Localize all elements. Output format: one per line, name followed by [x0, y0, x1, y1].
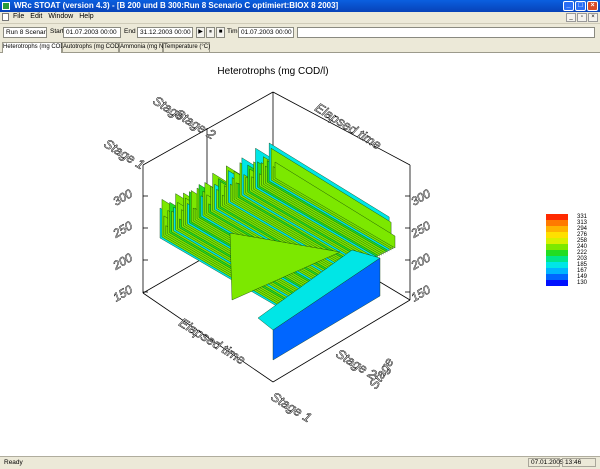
menu-help[interactable]: Help	[79, 13, 93, 20]
surface-plot: Heterotrophs (mg COD/l) Stage 1 Stage 2	[101, 66, 588, 426]
status-time: 13:46	[562, 458, 596, 467]
mdi-close-button[interactable]: ×	[588, 13, 598, 22]
mdi-restore-button[interactable]: ▫	[577, 13, 587, 22]
start-field[interactable]: 01.07.2003 00:00	[63, 27, 121, 38]
menu-edit[interactable]: Edit	[30, 13, 42, 20]
document-icon[interactable]	[2, 13, 9, 21]
window-title: WRc STOAT (version 4.3) - [B 200 und B 3…	[14, 1, 339, 10]
time-field[interactable]: 01.07.2003 00:00	[238, 27, 294, 38]
tab-autotrophs[interactable]: Autotrophs (mg COD/l)	[62, 42, 124, 52]
axis-label-elapsed-front: Elapsed time	[176, 315, 248, 368]
legend-label: 130	[577, 280, 588, 286]
axis-label-elapsed-back: Elapsed time	[312, 100, 384, 153]
plot-title: Heterotrophs (mg COD/l)	[217, 66, 328, 77]
z-tick-left-250: 250	[110, 218, 135, 241]
minimize-button[interactable]: _	[563, 1, 574, 11]
legend-swatch	[546, 232, 568, 238]
legend-swatch	[546, 268, 568, 274]
play-button[interactable]: ▶	[196, 27, 205, 38]
menu-file[interactable]: File	[13, 13, 24, 20]
legend-swatch	[546, 274, 568, 280]
title-bar: WRc STOAT (version 4.3) - [B 200 und B 3…	[0, 0, 600, 12]
z-tick-left-300: 300	[111, 186, 136, 208]
legend-swatch	[546, 250, 568, 256]
axis-label-stage-back: Stage	[150, 93, 187, 124]
status-bar: Ready 07.01.2005 13:46	[0, 456, 600, 469]
legend-swatch	[546, 226, 568, 232]
tab-temperature[interactable]: Temperature (°C)	[163, 42, 210, 52]
menu-window[interactable]: Window	[48, 13, 73, 20]
start-label: Start	[50, 28, 64, 35]
legend-swatch	[546, 214, 568, 220]
end-label: End	[124, 28, 136, 35]
progress-field	[297, 27, 595, 38]
color-legend: 331313294276258240222203185167149130	[546, 214, 588, 286]
end-field[interactable]: 31.12.2003 00:00	[137, 27, 193, 38]
tab-strip: Heterotrophs (mg COD/l) Autotrophs (mg C…	[0, 42, 600, 53]
axis-label-stage-1-back: Stage 1	[101, 136, 147, 172]
legend-swatch	[546, 262, 568, 268]
z-tick-right-200: 200	[408, 250, 433, 273]
z-tick-left-150: 150	[111, 282, 136, 304]
z-tick-right-300: 300	[409, 186, 434, 208]
legend-swatch	[546, 244, 568, 250]
z-tick-left-200: 200	[110, 250, 135, 273]
toolbar: Run 8 Scenario C Start 01.07.2003 00:00 …	[0, 24, 600, 41]
axis-label-stage-1-front: Stage 1	[268, 389, 314, 425]
stop-button[interactable]: ■	[216, 27, 225, 38]
legend-swatch	[546, 256, 568, 262]
pause-button[interactable]: ⏸	[206, 27, 215, 38]
z-tick-right-150: 150	[409, 282, 434, 304]
legend-swatch	[546, 238, 568, 244]
mdi-minimize-button[interactable]: _	[566, 13, 576, 22]
tab-heterotrophs[interactable]: Heterotrophs (mg COD/l)	[2, 42, 70, 53]
run-field[interactable]: Run 8 Scenario C	[3, 27, 47, 38]
legend-swatch	[546, 220, 568, 226]
tab-ammonia[interactable]: Ammonia (mg N/l)	[119, 42, 168, 52]
plot-area: Heterotrophs (mg COD/l) Stage 1 Stage 2	[0, 53, 600, 456]
legend-swatch	[546, 280, 568, 286]
menu-bar: File Edit Window Help _ ▫ ×	[0, 12, 600, 24]
status-text: Ready	[4, 459, 23, 466]
app-icon	[2, 2, 10, 10]
close-button[interactable]: ×	[587, 1, 598, 11]
status-date: 07.01.2005	[528, 458, 564, 467]
z-tick-right-250: 250	[408, 218, 433, 241]
maximize-button[interactable]: □	[575, 1, 586, 11]
